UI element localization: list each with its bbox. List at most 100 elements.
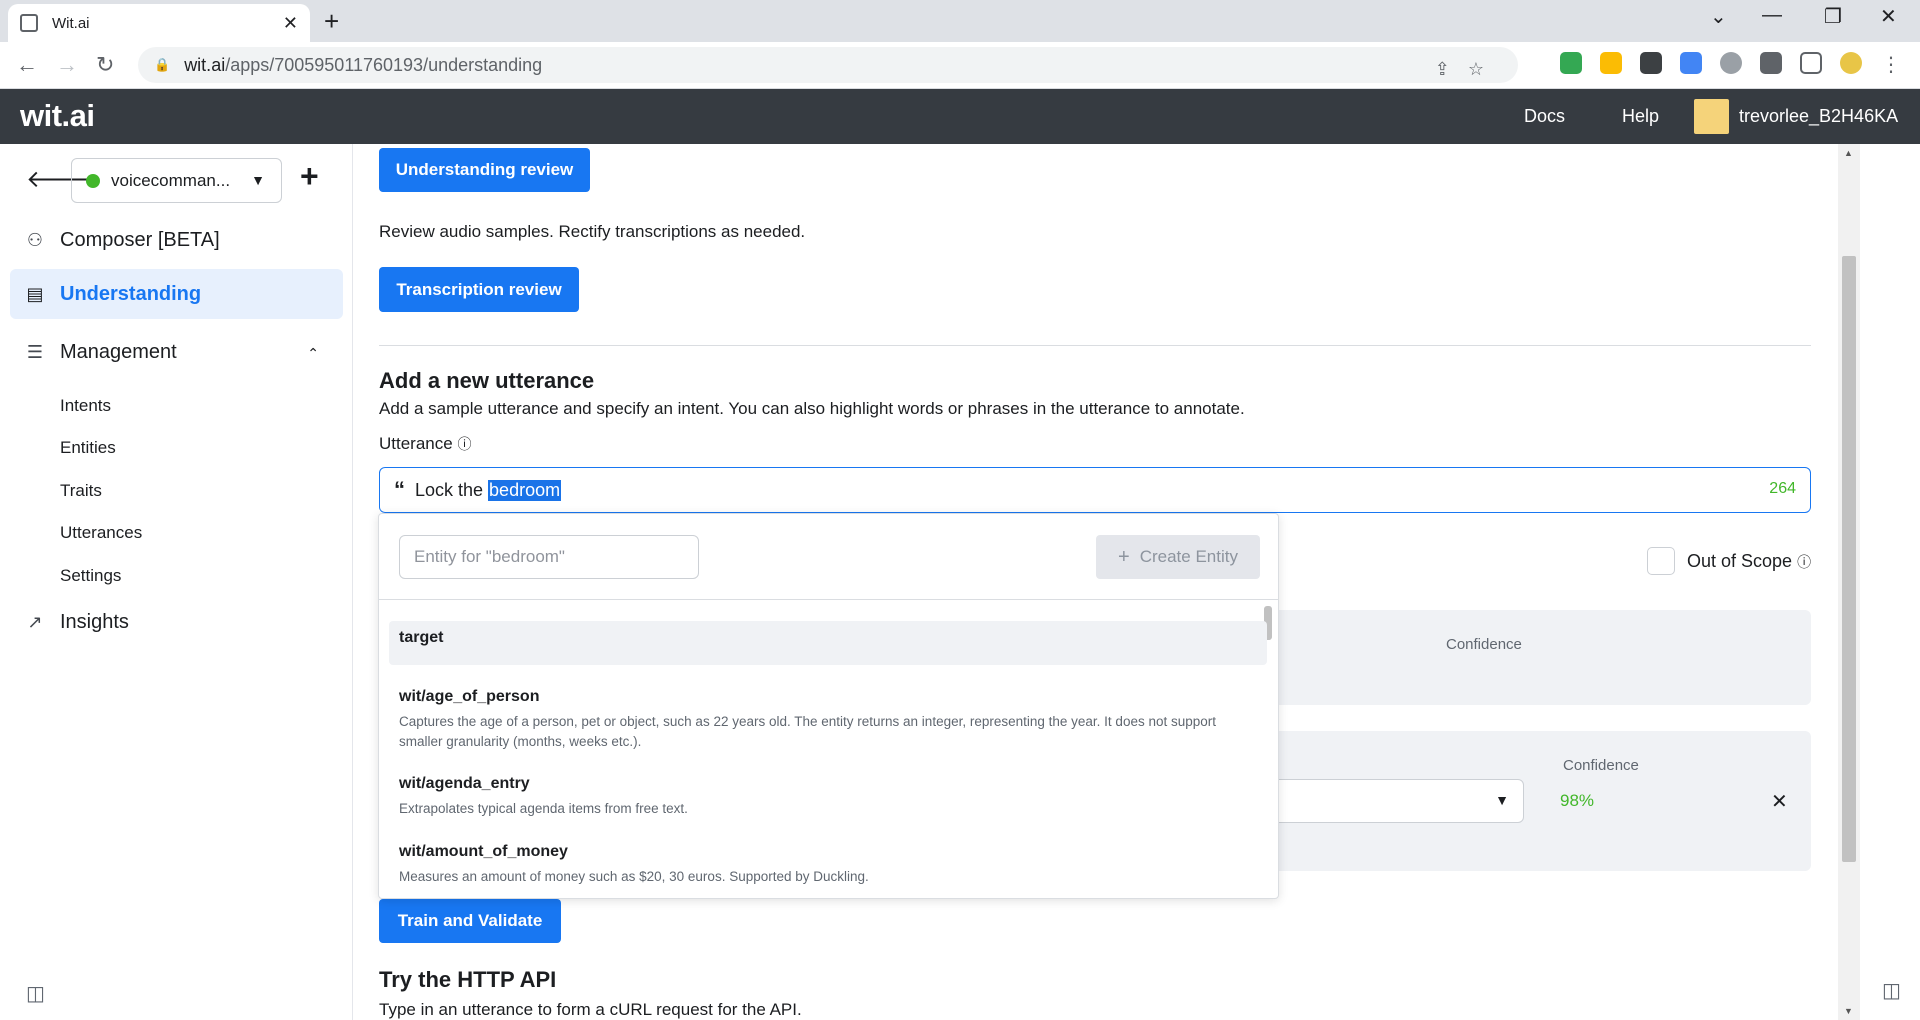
user-avatar[interactable] [1694, 99, 1729, 134]
create-entity-label: Create Entity [1139, 547, 1238, 566]
forward-arrow-icon[interactable]: → [56, 52, 78, 78]
confidence-header: Confidence [1563, 757, 1639, 774]
sidebar-item-understanding[interactable]: ▤ Understanding [10, 269, 343, 319]
docs-link[interactable]: Docs [1524, 106, 1565, 127]
utterance-selected-text[interactable]: bedroom [488, 479, 562, 501]
translate-icon[interactable] [1680, 52, 1702, 74]
entity-option-amount-of-money[interactable]: wit/amount_of_money Measures an amount o… [389, 835, 1267, 895]
confidence-value: 98% [1560, 791, 1595, 810]
status-dot [86, 173, 100, 188]
new-tab-icon[interactable]: + [324, 6, 339, 37]
sidebar: 🡐 voicecomman... ▼ + ⚇ Composer [BETA] ▤… [0, 144, 353, 1020]
page-scrollbar[interactable]: ▲ ▼ [1838, 144, 1860, 1020]
understanding-review-button[interactable]: Understanding review [379, 148, 590, 192]
utterance-input[interactable]: “ Lock the bedroom 264 [379, 467, 1811, 513]
out-of-scope-checkbox[interactable] [1647, 547, 1675, 575]
review-description: Review audio samples. Rectify transcript… [379, 222, 806, 241]
sliders-icon: ☰ [26, 341, 44, 362]
option-name: target [399, 629, 444, 646]
divider [379, 599, 1278, 600]
tab-title: Wit.ai [52, 14, 90, 32]
window-close-icon[interactable]: ✕ [1880, 4, 1897, 29]
option-name: wit/agenda_entry [399, 775, 530, 792]
caret-down-icon: ▼ [1495, 792, 1509, 808]
insights-label: Insights [60, 610, 129, 633]
kebab-menu-icon[interactable]: ⋮ [1880, 52, 1902, 76]
app-name: voicecomman... [111, 170, 231, 190]
sidebar-item-composer[interactable]: ⚇ Composer [BETA] [10, 215, 343, 265]
scroll-up-icon[interactable]: ▲ [1844, 148, 1853, 158]
sidebar-item-settings[interactable]: Settings [60, 566, 121, 586]
share-star-icons[interactable]: ⇪☆ [1435, 59, 1502, 80]
side-panel-toggle-icon[interactable]: ◫ [1882, 978, 1901, 1003]
minimize-icon[interactable]: — [1762, 4, 1782, 27]
collapse-sidebar-icon[interactable]: ◫ [26, 981, 45, 1006]
sidebar-item-management[interactable]: ☰ Management ⌃ [10, 327, 343, 377]
http-api-title: Try the HTTP API [379, 967, 557, 992]
tab-close-icon[interactable]: ✕ [283, 13, 298, 34]
extension-icon[interactable] [1720, 52, 1742, 74]
address-bar[interactable]: 🔒 wit.ai/apps/700595011760193/understand… [138, 47, 1518, 83]
scroll-down-icon[interactable]: ▼ [1844, 1006, 1853, 1016]
divider [379, 345, 1811, 346]
transcription-review-button[interactable]: Transcription review [379, 267, 579, 312]
url-path: /apps/700595011760193/understanding [225, 54, 543, 75]
entity-option-target[interactable]: target [389, 621, 1267, 665]
extensions-row: ⋮ [1560, 52, 1902, 76]
option-name: wit/age_of_person [399, 688, 540, 705]
browser-tabstrip: Wit.ai ✕ + ⌄ — ❐ ✕ [0, 0, 1920, 42]
management-label: Management [60, 340, 177, 363]
info-icon[interactable]: ⓘ [1797, 554, 1811, 570]
browser-toolbar: ← → ↻ 🔒 wit.ai/apps/700595011760193/unde… [0, 42, 1920, 89]
plus-icon: + [1118, 545, 1130, 568]
lock-icon: 🔒 [154, 57, 171, 72]
app-header: wit.ai Docs Help trevorlee_B2H46KA [0, 89, 1920, 144]
entity-option-agenda-entry[interactable]: wit/agenda_entry Extrapolates typical ag… [389, 767, 1267, 827]
scrollbar-thumb[interactable] [1842, 256, 1856, 862]
utterance-text: Lock the [415, 479, 489, 500]
extension-icon[interactable] [1600, 52, 1622, 74]
entity-search-input[interactable]: Entity for "bedroom" [399, 535, 699, 579]
option-description: Extrapolates typical agenda items from f… [399, 801, 688, 816]
add-utterance-title: Add a new utterance [379, 368, 595, 393]
utterance-label: Utterance ⓘ [379, 434, 472, 453]
restore-icon[interactable]: ❐ [1824, 4, 1842, 29]
create-entity-button[interactable]: + Create Entity [1096, 535, 1260, 579]
caret-down-icon: ▼ [251, 172, 265, 188]
entity-option-age-of-person[interactable]: wit/age_of_person Captures the age of a … [389, 680, 1267, 760]
extension-icon[interactable] [1640, 52, 1662, 74]
add-app-icon[interactable]: + [300, 158, 319, 195]
option-description: Captures the age of a person, pet or obj… [399, 714, 1217, 749]
train-validate-button[interactable]: Train and Validate [379, 899, 561, 943]
info-icon[interactable]: ⓘ [457, 436, 471, 452]
wit-logo[interactable]: wit.ai [20, 98, 95, 134]
out-of-scope-label: Out of Scope ⓘ [1687, 551, 1812, 571]
puzzle-icon[interactable] [1760, 52, 1782, 74]
http-api-description: Type in an utterance to form a cURL requ… [379, 1000, 802, 1019]
sidebar-item-traits[interactable]: Traits [60, 481, 102, 501]
quote-icon: “ [394, 477, 405, 502]
composer-icon: ⚇ [26, 229, 44, 250]
help-link[interactable]: Help [1622, 106, 1659, 127]
confidence-header: Confidence [1446, 636, 1522, 653]
sidebar-item-insights[interactable]: ↗ Insights [10, 597, 343, 647]
username[interactable]: trevorlee_B2H46KA [1739, 106, 1898, 127]
composer-label: Composer [BETA] [60, 228, 220, 251]
app-selector[interactable]: voicecomman... ▼ [71, 158, 282, 203]
reload-icon[interactable]: ↻ [96, 52, 114, 78]
sidebar-item-entities[interactable]: Entities [60, 438, 116, 458]
option-name: wit/amount_of_money [399, 843, 568, 860]
remove-entity-icon[interactable]: ✕ [1771, 789, 1788, 814]
profile-avatar[interactable] [1840, 52, 1862, 74]
tab-search-icon[interactable]: ⌄ [1710, 4, 1727, 29]
chevron-up-icon[interactable]: ⌃ [307, 345, 319, 362]
sidebar-item-intents[interactable]: Intents [60, 396, 111, 416]
browser-tab[interactable]: Wit.ai ✕ [8, 4, 310, 42]
insights-icon: ↗ [27, 611, 43, 632]
back-arrow-icon[interactable]: ← [16, 52, 38, 78]
sidebar-item-utterances[interactable]: Utterances [60, 523, 142, 543]
side-panel-icon[interactable] [1800, 52, 1822, 74]
entity-dropdown: Entity for "bedroom" + Create Entity tar… [378, 513, 1279, 899]
option-description: Measures an amount of money such as $20,… [399, 869, 869, 884]
extension-icon[interactable] [1560, 52, 1582, 74]
